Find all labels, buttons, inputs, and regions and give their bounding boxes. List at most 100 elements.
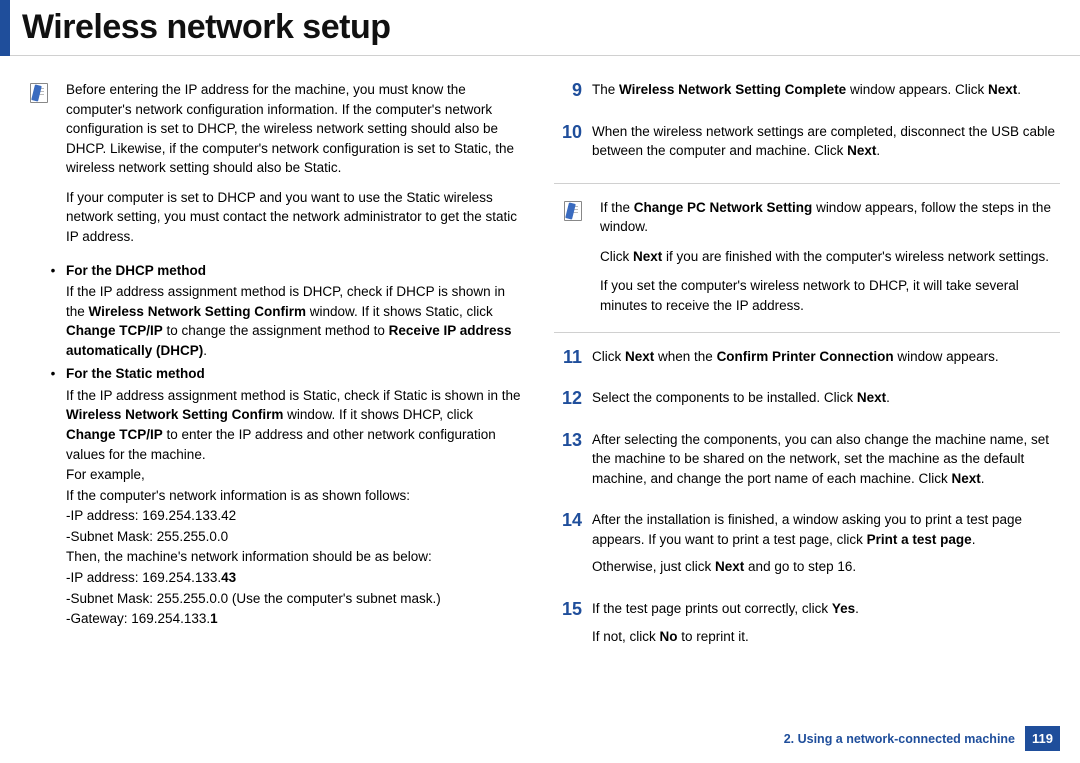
text: to reprint it. <box>678 629 749 644</box>
text: window. If it shows DHCP, click <box>283 407 473 422</box>
bullet-dot: • <box>50 364 56 384</box>
text: when the <box>654 349 716 364</box>
text: window appears. Click <box>846 82 988 97</box>
note-body: If the Change PC Network Setting window … <box>600 198 1060 326</box>
step-13: 13 After selecting the components, you c… <box>554 430 1060 497</box>
step-11: 11 Click Next when the Confirm Printer C… <box>554 347 1060 375</box>
text: Otherwise, just click <box>592 559 715 574</box>
info-note: If the Change PC Network Setting window … <box>554 198 1060 326</box>
text: When the wireless network settings are c… <box>592 124 1055 159</box>
method-list: • For the Static method <box>50 364 526 384</box>
step-number: 10 <box>554 122 582 169</box>
text-bold: Change TCP/IP <box>66 427 163 442</box>
step-number: 11 <box>554 347 582 375</box>
text-bold: Next <box>988 82 1017 97</box>
text: If not, click <box>592 629 660 644</box>
text: and go to step 16. <box>744 559 856 574</box>
text: Select the components to be installed. C… <box>592 390 857 405</box>
step-text: After the installation is finished, a wi… <box>592 510 1060 585</box>
page-number: 119 <box>1025 726 1060 751</box>
text: to change the assignment method to <box>163 323 389 338</box>
step-9: 9 The Wireless Network Setting Complete … <box>554 80 1060 108</box>
step-text: If the test page prints out correctly, c… <box>592 599 1060 654</box>
text: If the test page prints out correctly, c… <box>592 601 832 616</box>
dhcp-method-text: If the IP address assignment method is D… <box>66 282 526 360</box>
step-text: Click Next when the Confirm Printer Conn… <box>592 347 1060 375</box>
step-text: After selecting the components, you can … <box>592 430 1060 497</box>
bullet-dot: • <box>50 261 56 281</box>
text: . <box>203 343 207 358</box>
text: -IP address: 169.254.133. <box>66 570 221 585</box>
step-number: 15 <box>554 599 582 654</box>
title-accent <box>0 0 10 56</box>
text: . <box>855 601 859 616</box>
example-line: Then, the machine's network information … <box>66 547 526 567</box>
text: . <box>972 532 976 547</box>
text: -Gateway: 169.254.133. <box>66 611 210 626</box>
note-paragraph: If your computer is set to DHCP and you … <box>66 188 526 247</box>
text-bold: Wireless Network Setting Confirm <box>66 407 283 422</box>
example-line: -Gateway: 169.254.133.1 <box>66 609 526 629</box>
text-bold: Confirm Printer Connection <box>717 349 894 364</box>
text: If the IP address assignment method is S… <box>66 388 520 403</box>
steps-list: 9 The Wireless Network Setting Complete … <box>554 80 1060 169</box>
example-label: For example, <box>66 465 526 485</box>
title-bar: Wireless network setup <box>0 0 1080 56</box>
info-note: Before entering the IP address for the m… <box>20 80 526 257</box>
step-text: The Wireless Network Setting Complete wi… <box>592 80 1060 108</box>
step-12: 12 Select the components to be installed… <box>554 388 1060 416</box>
step-15: 15 If the test page prints out correctly… <box>554 599 1060 654</box>
step-text: Select the components to be installed. C… <box>592 388 1060 416</box>
list-item: • For the DHCP method <box>50 261 526 281</box>
text: if you are finished with the computer's … <box>662 249 1049 264</box>
text-bold: Print a test page <box>867 532 972 547</box>
example-line: -IP address: 169.254.133.43 <box>66 568 526 588</box>
text-bold: Next <box>633 249 662 264</box>
text: . <box>981 471 985 486</box>
note-paragraph: Before entering the IP address for the m… <box>66 80 526 178</box>
note-icon <box>554 198 590 326</box>
text-bold: 1 <box>210 611 218 626</box>
page-title: Wireless network setup <box>22 8 390 47</box>
steps-list: 11 Click Next when the Confirm Printer C… <box>554 347 1060 655</box>
method-list: • For the DHCP method <box>50 261 526 281</box>
text-bold: Yes <box>832 601 855 616</box>
text: . <box>876 143 880 158</box>
right-column: 9 The Wireless Network Setting Complete … <box>554 80 1060 668</box>
text-bold: Next <box>625 349 654 364</box>
note-paragraph: If you set the computer's wireless netwo… <box>600 276 1060 315</box>
note-icon <box>20 80 56 257</box>
text-bold: Wireless Network Setting Complete <box>619 82 846 97</box>
divider <box>554 332 1060 333</box>
step-number: 14 <box>554 510 582 585</box>
left-column: Before entering the IP address for the m… <box>20 80 526 668</box>
note-paragraph: If the Change PC Network Setting window … <box>600 198 1060 237</box>
step-10: 10 When the wireless network settings ar… <box>554 122 1060 169</box>
text: Click <box>592 349 625 364</box>
text-bold: Change TCP/IP <box>66 323 163 338</box>
text-bold: Next <box>951 471 980 486</box>
text-bold: Next <box>857 390 886 405</box>
example-line: If the computer's network information is… <box>66 486 526 506</box>
content-columns: Before entering the IP address for the m… <box>0 56 1080 668</box>
text: Click <box>600 249 633 264</box>
example-line: -IP address: 169.254.133.42 <box>66 506 526 526</box>
text: The <box>592 82 619 97</box>
text-bold: Wireless Network Setting Confirm <box>89 304 306 319</box>
step-number: 9 <box>554 80 582 108</box>
example-line: -Subnet Mask: 255.255.0.0 (Use the compu… <box>66 589 526 609</box>
note-paragraph: Click Next if you are finished with the … <box>600 247 1060 267</box>
dhcp-method-heading: For the DHCP method <box>66 261 206 281</box>
text: window appears. <box>894 349 999 364</box>
note-body: Before entering the IP address for the m… <box>66 80 526 257</box>
step-14: 14 After the installation is finished, a… <box>554 510 1060 585</box>
divider <box>554 183 1060 184</box>
text-bold: No <box>660 629 678 644</box>
page-footer: 2. Using a network-connected machine 119 <box>784 726 1060 751</box>
page: Wireless network setup Before entering t… <box>0 0 1080 763</box>
text-bold: Next <box>847 143 876 158</box>
text: window. If it shows Static, click <box>306 304 493 319</box>
text-bold: Next <box>715 559 744 574</box>
step-text: When the wireless network settings are c… <box>592 122 1060 169</box>
static-method-text: If the IP address assignment method is S… <box>66 386 526 464</box>
